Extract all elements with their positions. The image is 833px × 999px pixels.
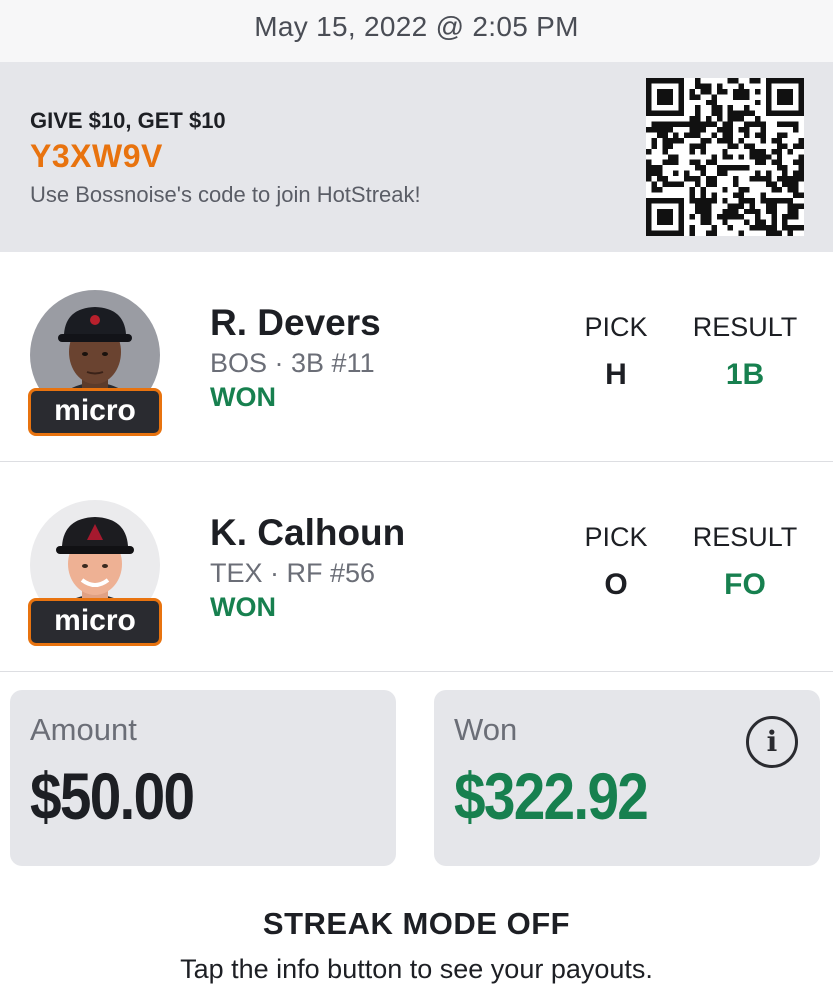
player-status: WON: [210, 382, 276, 412]
won-label: Won: [454, 712, 518, 747]
won-card: Won $322.92 i: [434, 690, 820, 866]
micro-badge: micro: [28, 598, 162, 646]
result-label: RESULT: [692, 522, 798, 552]
player-team-position: BOS · 3B #11: [210, 348, 375, 378]
player-name: K. Calhoun: [210, 512, 406, 553]
streak-mode-message: Tap the info button to see your payouts.: [180, 954, 653, 984]
amount-value: $50.00: [30, 759, 195, 833]
amount-card: Amount $50.00: [10, 690, 396, 866]
info-icon[interactable]: i: [746, 716, 798, 768]
referral-banner: GIVE $10, GET $10 Y3XW9V Use Bossnoise's…: [0, 62, 833, 252]
pick-value: O: [604, 568, 628, 601]
micro-badge: micro: [28, 388, 162, 436]
amount-label: Amount: [30, 712, 137, 747]
referral-code[interactable]: Y3XW9V: [30, 138, 163, 175]
player-row[interactable]: micro K. Calhoun TEX · RF #56 WON PICK R…: [0, 462, 833, 672]
referral-message: Use Bossnoise's code to join HotStreak!: [30, 182, 421, 207]
player-status: WON: [210, 592, 276, 622]
won-value: $322.92: [454, 759, 649, 833]
referral-offer: GIVE $10, GET $10: [30, 108, 226, 133]
result-value: 1B: [725, 358, 765, 391]
result-label: RESULT: [692, 312, 798, 342]
date-time-header: May 15, 2022 @ 2:05 PM: [0, 0, 833, 62]
qr-code-icon[interactable]: [646, 78, 804, 236]
player-team-position: TEX · RF #56: [210, 558, 376, 588]
pick-label: PICK: [584, 522, 648, 552]
pick-value: H: [605, 358, 627, 391]
pick-label: PICK: [584, 312, 648, 342]
player-name: R. Devers: [210, 302, 381, 343]
player-row[interactable]: micro R. Devers BOS · 3B #11 WON PICK RE…: [0, 252, 833, 462]
streak-mode-title: STREAK MODE OFF: [262, 906, 571, 941]
result-value: FO: [724, 568, 766, 601]
